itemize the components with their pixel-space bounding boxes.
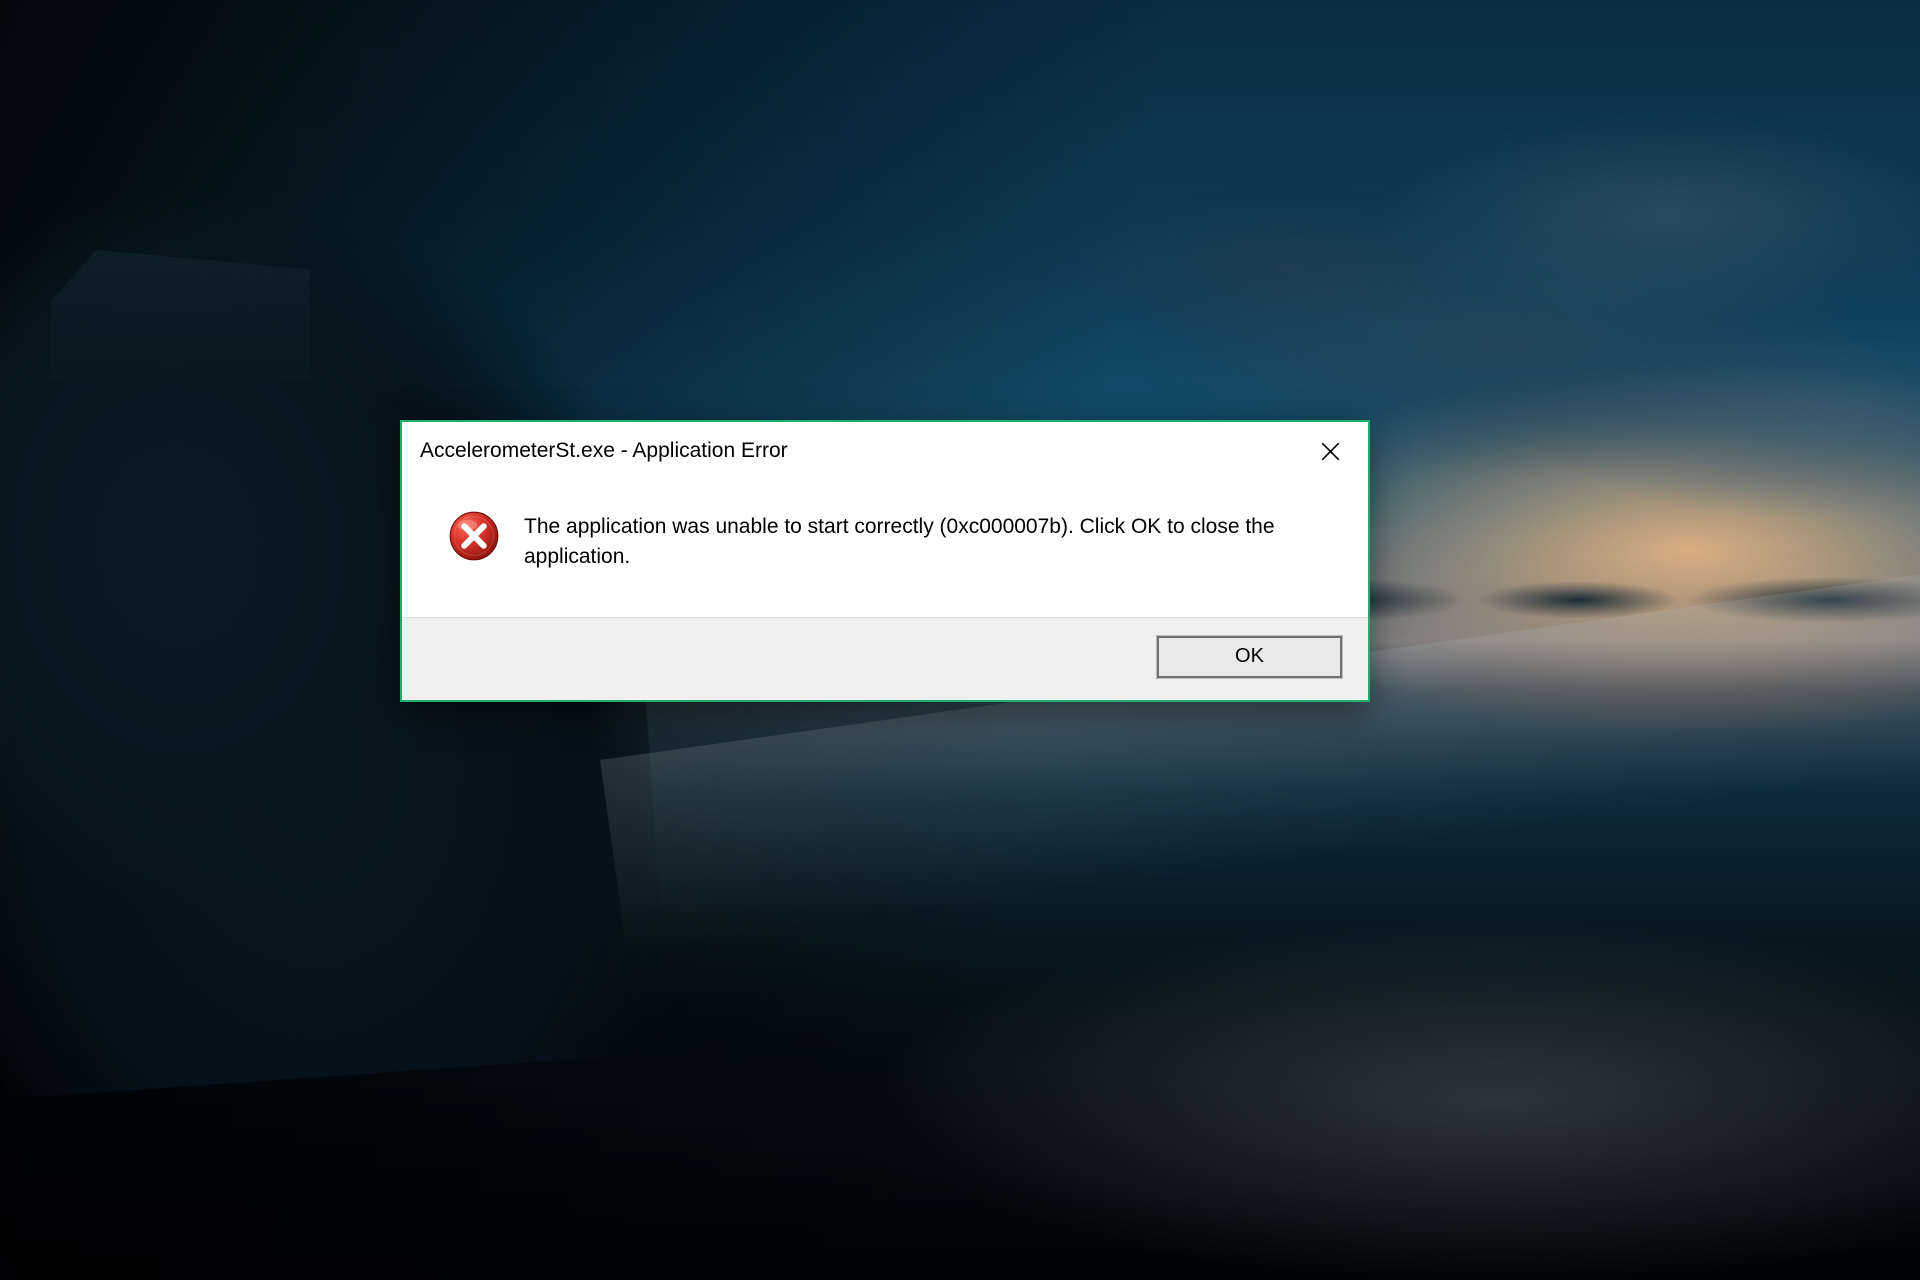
dialog-message: The application was unable to start corr… xyxy=(524,510,1284,573)
error-icon xyxy=(448,510,500,573)
error-dialog: AccelerometerSt.exe - Application Error xyxy=(400,420,1370,702)
wallpaper-building xyxy=(50,250,310,380)
dialog-titlebar[interactable]: AccelerometerSt.exe - Application Error xyxy=(402,422,1368,480)
dialog-body: The application was unable to start corr… xyxy=(402,480,1368,617)
dialog-footer: OK xyxy=(402,617,1368,700)
desktop-wallpaper: AccelerometerSt.exe - Application Error xyxy=(0,0,1920,1280)
ok-button[interactable]: OK xyxy=(1157,636,1342,678)
close-icon xyxy=(1321,442,1340,461)
close-button[interactable] xyxy=(1300,429,1360,473)
dialog-title: AccelerometerSt.exe - Application Error xyxy=(420,439,788,463)
